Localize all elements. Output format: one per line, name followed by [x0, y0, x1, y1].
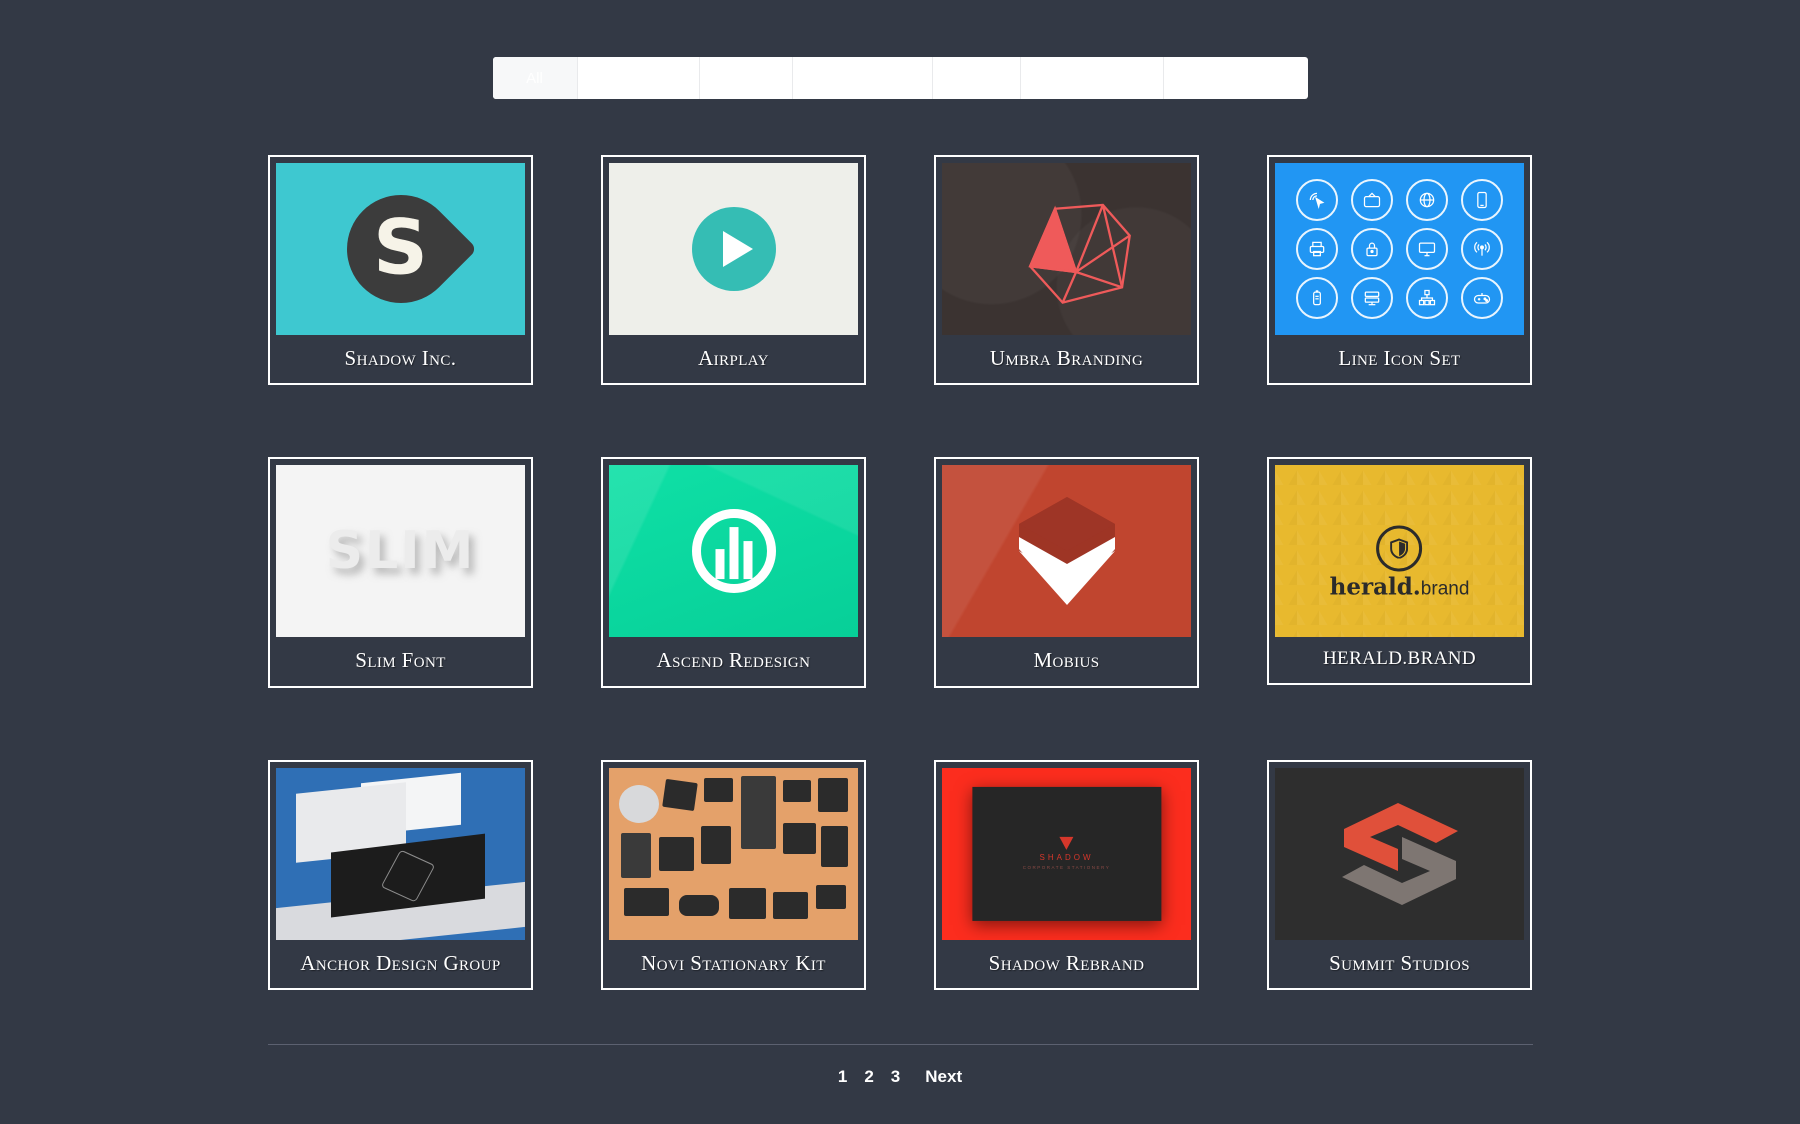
novi-clip [815, 884, 846, 909]
battery-icon [1295, 277, 1338, 320]
portfolio-card[interactable]: Line Icon Set [1267, 155, 1532, 386]
filter-item-3[interactable] [700, 57, 793, 99]
card-title: Slim Font [355, 648, 446, 673]
mobius-hexagon-chevron-thumbnail [942, 465, 1191, 638]
summit-s-monogram-thumbnail [1275, 767, 1524, 940]
filter-item-label: All [526, 69, 543, 87]
herald-wordmark: herald.brand [1330, 575, 1470, 598]
shadow-inc-logo-thumbnail: S [276, 163, 525, 335]
mobius-logo-icon [1018, 497, 1115, 606]
novi-card-stack [658, 836, 694, 871]
line-icon-grid-thumbnail [1275, 163, 1524, 335]
novi-clipboard [740, 776, 776, 849]
rebrand-book-name: SHADOW [1039, 853, 1094, 863]
television-icon [1350, 178, 1393, 221]
anchor-hex-logo-icon [380, 849, 436, 903]
portfolio-card[interactable]: herald.brand HERALD.BRAND [1267, 457, 1532, 686]
summit-s-icon [1341, 802, 1458, 905]
novi-badge [773, 891, 809, 920]
anchor-stationery-photo-thumbnail [276, 767, 525, 940]
filter-bar[interactable]: All [492, 57, 1308, 99]
herald-wordmark-bold: herald. [1329, 573, 1421, 601]
novi-mouse [678, 894, 719, 916]
portfolio-card[interactable]: Anchor Design Group [268, 759, 533, 991]
pagination-page-3[interactable]: 3 [891, 1067, 900, 1087]
filter-item-5[interactable] [933, 57, 1021, 99]
pagination-next-button[interactable]: Next [925, 1067, 962, 1087]
shadow-rebrand-book-thumbnail: SHADOW CORPORATE STATIONERY [942, 767, 1191, 940]
filter-item-7[interactable] [1164, 57, 1308, 99]
printer-icon [1295, 227, 1338, 270]
portfolio-card[interactable]: Ascend Redesign [601, 457, 866, 688]
card-title: Summit Studios [1329, 950, 1470, 975]
smartphone-icon [1461, 178, 1504, 221]
wifi-signal-icon [1461, 227, 1504, 270]
card-title: Umbra Branding [989, 346, 1144, 370]
novi-envelope [662, 779, 698, 812]
lock-icon [1350, 227, 1393, 270]
rebrand-book-cover: SHADOW CORPORATE STATIONERY [971, 786, 1162, 921]
novi-folder [623, 888, 669, 916]
pagination-page-1[interactable]: 1 [838, 1067, 847, 1087]
portfolio-card[interactable]: SHADOW CORPORATE STATIONERY Shadow Rebra… [934, 759, 1199, 991]
globe-icon [1406, 178, 1449, 221]
herald-shield-wordmark-thumbnail: herald.brand [1275, 465, 1524, 638]
card-title: Mobius [1033, 648, 1100, 673]
novi-box-small [783, 779, 811, 803]
gamepad-icon [1461, 277, 1504, 320]
sitemap-icon [1406, 277, 1449, 320]
portfolio-card[interactable]: SLIM Slim Font [268, 457, 533, 688]
card-title: Ascend Redesign [656, 648, 811, 673]
novi-book [728, 888, 766, 920]
card-title: Airplay [698, 346, 769, 370]
filter-item-6[interactable] [1021, 57, 1164, 99]
card-title: Line Icon Set [1338, 346, 1461, 370]
novi-phone [621, 833, 652, 878]
novi-headphones [618, 784, 659, 823]
filter-item-4[interactable] [793, 57, 933, 99]
novi-watch [783, 822, 816, 854]
shadow-mark-icon [1059, 837, 1074, 851]
play-triangle-icon [723, 231, 754, 267]
portfolio-card[interactable]: Mobius [934, 457, 1199, 688]
novi-tag [703, 778, 734, 803]
novi-pen-case [701, 826, 731, 865]
umbra-icosahedron-thumbnail [942, 163, 1191, 335]
slim-font-specimen-thumbnail: SLIM [276, 465, 525, 638]
herald-wordmark-light: brand [1420, 578, 1470, 600]
filter-bar-container: All [0, 0, 1800, 99]
airplay-play-button-thumbnail [609, 163, 858, 335]
filter-item-2[interactable] [578, 57, 700, 99]
rebrand-book-subtitle: CORPORATE STATIONERY [1022, 865, 1111, 871]
card-title: Shadow Rebrand [988, 950, 1145, 975]
shadow-s-letter: S [373, 202, 428, 292]
filter-item-all[interactable]: All [492, 57, 578, 99]
portfolio-card[interactable]: Novi Stationary Kit [601, 759, 866, 991]
server-icon [1350, 277, 1393, 320]
monitor-icon [1406, 227, 1449, 270]
pagination-page-2[interactable]: 2 [864, 1067, 873, 1087]
portfolio-card[interactable]: Airplay [601, 155, 866, 386]
cursor-click-icon [1295, 178, 1338, 221]
card-title: Anchor Design Group [300, 950, 501, 975]
slim-specimen-text: SLIM [325, 521, 476, 582]
card-title: HERALD.BRAND [1322, 648, 1477, 670]
portfolio-card[interactable]: Summit Studios [1267, 759, 1532, 991]
ascend-monogram-thumbnail [609, 465, 858, 638]
card-title: Shadow Inc. [344, 346, 457, 370]
shield-icon [1376, 525, 1423, 572]
portfolio-card[interactable]: Umbra Branding [934, 155, 1199, 386]
icosahedron-wireframe-icon [1028, 203, 1131, 304]
card-title: Novi Stationary Kit [641, 950, 826, 975]
novi-stationery-flatlay-thumbnail [609, 767, 858, 940]
ascend-bars-shape [715, 527, 752, 580]
novi-pen [820, 826, 849, 868]
portfolio-grid: S Shadow Inc. Airplay Umbra Branding Lin… [0, 99, 1800, 991]
novi-notebook-right [818, 778, 849, 813]
pagination: 1 2 3 Next [0, 1045, 1800, 1087]
portfolio-card[interactable]: S Shadow Inc. [268, 155, 533, 386]
